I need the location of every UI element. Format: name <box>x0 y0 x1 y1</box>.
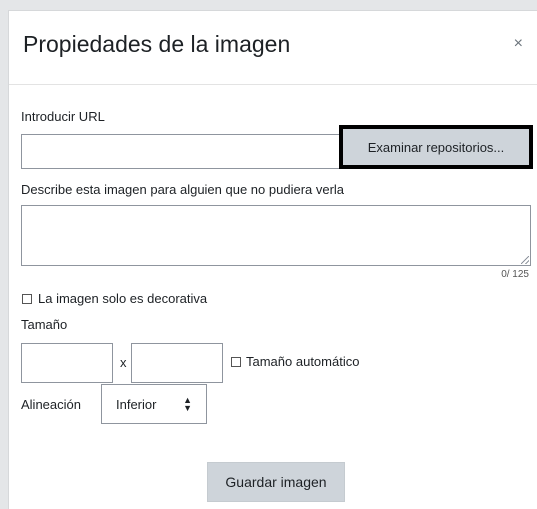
browse-repositories-button[interactable]: Examinar repositorios... <box>339 125 533 169</box>
size-separator: x <box>120 355 127 370</box>
description-textarea[interactable] <box>21 205 531 266</box>
dialog-header: Propiedades de la imagen × <box>9 11 537 85</box>
resize-grip-icon[interactable] <box>521 256 529 264</box>
url-input[interactable] <box>21 134 341 169</box>
dialog-title: Propiedades de la imagen <box>23 31 291 57</box>
auto-size-checkbox[interactable] <box>231 357 241 367</box>
height-input[interactable] <box>131 343 223 383</box>
auto-size-label: Tamaño automático <box>246 354 360 369</box>
decorative-label: La imagen solo es decorativa <box>38 291 208 306</box>
close-icon[interactable]: × <box>514 35 523 53</box>
url-label: Introducir URL <box>21 109 105 124</box>
alignment-selected-value: Inferior <box>116 397 157 412</box>
description-label: Describe esta imagen para alguien que no… <box>21 182 345 197</box>
width-input[interactable] <box>21 343 113 383</box>
size-label: Tamaño <box>21 317 68 332</box>
image-properties-dialog: Propiedades de la imagen × Introducir UR… <box>8 10 537 509</box>
chevron-updown-icon: ▲ ▼ <box>183 395 192 413</box>
decorative-checkbox[interactable] <box>22 294 32 304</box>
save-image-button[interactable]: Guardar imagen <box>207 462 345 502</box>
alignment-select[interactable]: Inferior ▲ ▼ <box>101 384 207 424</box>
character-counter: 0/ 125 <box>501 269 529 280</box>
alignment-label: Alineación <box>21 397 81 412</box>
